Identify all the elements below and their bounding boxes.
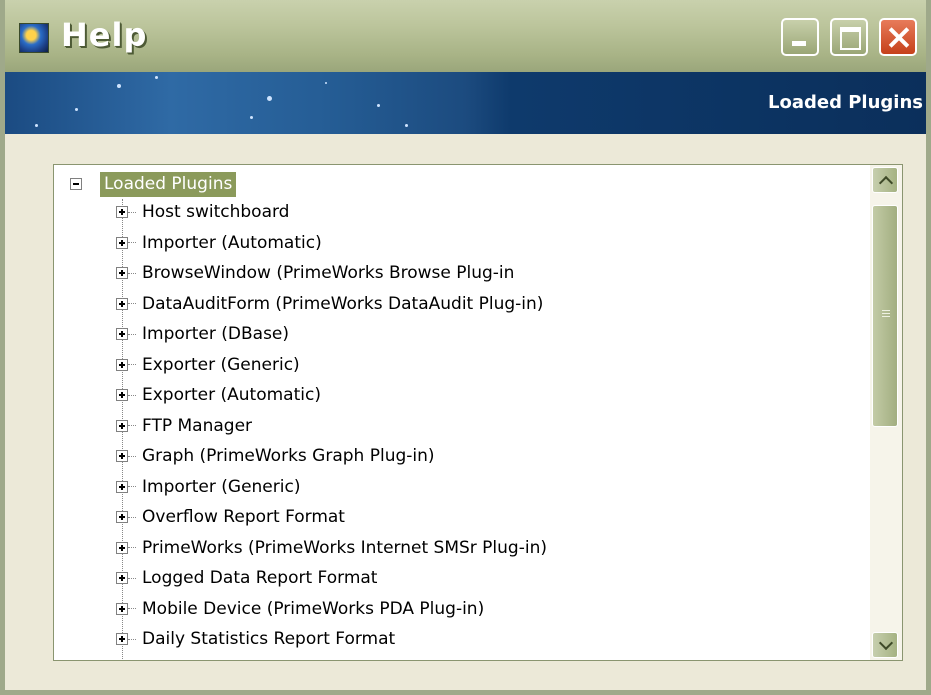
expand-icon[interactable] <box>116 602 128 615</box>
collapse-icon[interactable] <box>70 178 82 190</box>
tree-connector <box>128 303 136 304</box>
tree-connector <box>128 486 136 487</box>
tree-connector <box>128 547 136 548</box>
tree-root-label[interactable]: Loaded Plugins <box>100 171 237 197</box>
scrollbar-thumb[interactable] <box>872 205 898 427</box>
scroll-down-button[interactable] <box>872 632 898 658</box>
tree-item-label[interactable]: Host switchboard <box>142 202 289 222</box>
expand-icon[interactable] <box>116 297 128 310</box>
tree-item[interactable]: Host switchboard <box>116 199 289 225</box>
close-button[interactable] <box>879 18 917 56</box>
tree-item[interactable]: Mobile Device (PrimeWorks PDA Plug-in) <box>116 596 484 622</box>
tree-item[interactable]: Importer (Generic) <box>116 474 300 500</box>
tree-item-label[interactable]: Overflow Report Format <box>142 507 345 527</box>
header-banner: Loaded Plugins <box>5 72 926 134</box>
banner-decoration <box>405 124 408 127</box>
tree-item-label[interactable]: DataAuditForm (PrimeWorks DataAudit Plug… <box>142 294 543 314</box>
tree-connector <box>128 333 136 335</box>
banner-decoration <box>250 116 253 119</box>
tree-connector <box>128 364 136 365</box>
maximize-button[interactable] <box>830 18 868 56</box>
expand-icon[interactable] <box>116 236 128 249</box>
tree-item-label[interactable]: FTP Manager <box>142 416 252 436</box>
tree-connector <box>128 577 136 579</box>
window-title: Help <box>61 16 148 54</box>
tree-item[interactable]: BrowseWindow (PrimeWorks Browse Plug-in <box>116 260 514 286</box>
expand-icon[interactable] <box>116 389 128 401</box>
tree-item[interactable]: PrimeWorks (PrimeWorks Internet SMSr Plu… <box>116 535 547 561</box>
banner-decoration <box>267 96 272 101</box>
tree-connector <box>128 425 136 426</box>
title-bar[interactable]: Help <box>5 0 926 72</box>
tree-connector <box>128 455 136 457</box>
expand-icon[interactable] <box>116 328 128 340</box>
tree-item-label[interactable]: Exporter (Generic) <box>142 355 300 375</box>
tree-item[interactable]: Exporter (Generic) <box>116 352 300 378</box>
tree-item-label[interactable]: Importer (Automatic) <box>142 233 322 253</box>
tree-item-label[interactable]: Exporter (Automatic) <box>142 385 321 405</box>
tree-item[interactable]: Overflow Report Format <box>116 504 345 530</box>
scroll-up-button[interactable] <box>872 167 898 193</box>
tree-item[interactable]: DataAuditForm (PrimeWorks DataAudit Plug… <box>116 291 543 317</box>
tree-item[interactable]: Importer (DBase) <box>116 321 289 347</box>
expand-icon[interactable] <box>116 419 128 432</box>
tree-item[interactable]: Exporter (Automatic) <box>116 382 321 408</box>
tree-item[interactable]: Graph (PrimeWorks Graph Plug-in) <box>116 443 435 469</box>
tree-item-label[interactable]: Mobile Device (PrimeWorks PDA Plug-in) <box>142 599 484 619</box>
tree-connector <box>128 272 136 274</box>
expand-icon[interactable] <box>116 206 128 218</box>
tree-item[interactable]: Importer (Automatic) <box>116 230 322 256</box>
expand-icon[interactable] <box>116 358 128 371</box>
tree-item-label[interactable]: Graph (PrimeWorks Graph Plug-in) <box>142 446 435 466</box>
tree-connector <box>128 608 136 609</box>
banner-decoration <box>325 82 327 84</box>
tree-item[interactable]: FTP Manager <box>116 413 252 439</box>
tree-connector <box>128 394 136 396</box>
tree-connector <box>128 516 136 518</box>
expand-icon[interactable] <box>116 267 128 279</box>
banner-decoration <box>377 104 380 107</box>
expand-icon[interactable] <box>116 480 128 493</box>
tree-item-label[interactable]: Daily Statistics Report Format <box>142 629 395 649</box>
banner-title: Loaded Plugins <box>768 92 923 113</box>
grip-line <box>882 310 890 311</box>
help-window: Help Loaded Plugins Loaded Plugins Host … <box>0 0 931 695</box>
expand-icon[interactable] <box>116 511 128 523</box>
grip-line <box>882 313 890 314</box>
expand-icon[interactable] <box>116 450 128 462</box>
banner-decoration <box>117 84 121 88</box>
plugin-tree-view[interactable]: Loaded Plugins Host switchboard Importer … <box>53 164 903 661</box>
tree-root-node[interactable]: Loaded Plugins <box>70 171 237 197</box>
tree-item-label[interactable]: PrimeWorks (PrimeWorks Internet SMSr Plu… <box>142 538 547 558</box>
vertical-scrollbar[interactable] <box>870 165 902 660</box>
banner-decoration <box>75 108 78 111</box>
minimize-button[interactable] <box>781 18 819 56</box>
tree-item[interactable]: Daily Statistics Report Format <box>116 626 395 652</box>
banner-decoration <box>155 76 158 79</box>
help-app-icon[interactable] <box>19 23 49 53</box>
tree-item-label[interactable]: BrowseWindow (PrimeWorks Browse Plug-in <box>142 263 514 283</box>
grip-line <box>882 316 890 317</box>
tree-connector <box>128 242 136 243</box>
tree-item-label[interactable]: Importer (Generic) <box>142 477 300 497</box>
tree-connector <box>128 638 136 640</box>
tree-item[interactable]: Logged Data Report Format <box>116 565 377 591</box>
tree-item-label[interactable]: Importer (DBase) <box>142 324 289 344</box>
tree-connector <box>128 211 136 213</box>
expand-icon[interactable] <box>116 633 128 645</box>
banner-decoration <box>35 124 38 127</box>
tree-item-label[interactable]: Logged Data Report Format <box>142 568 377 588</box>
expand-icon[interactable] <box>116 541 128 554</box>
expand-icon[interactable] <box>116 572 128 584</box>
